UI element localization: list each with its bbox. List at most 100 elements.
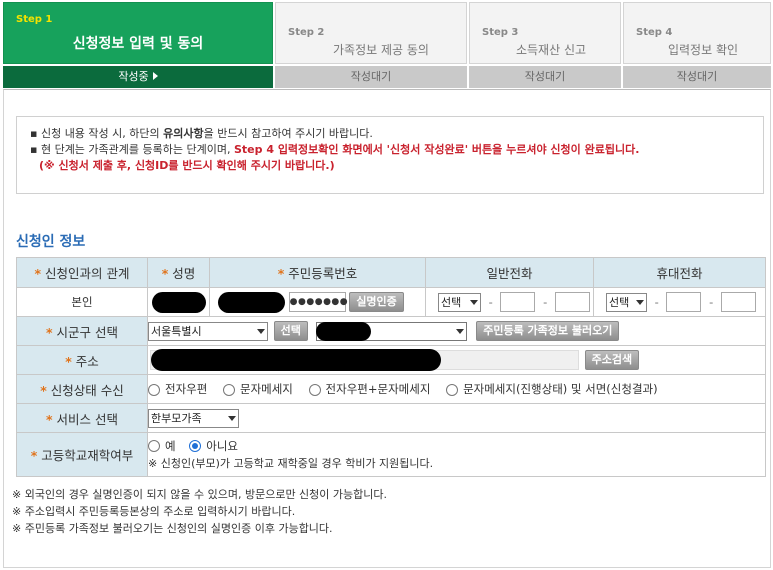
footnotes: ※ 외국인의 경우 실명인증이 되지 않을 수 있으며, 방문으로만 신청이 가… <box>12 486 387 537</box>
address-label-text: 주소 <box>75 353 99 369</box>
status-option-sms-label: 문자메세지 <box>239 382 293 396</box>
step-4-title: 입력정보 확인 <box>667 43 739 57</box>
footnote-2: ※ 주소입력시 주민등록등본상의 주소로 입력하시기 바랍니다. <box>12 505 296 518</box>
status-option-sms-paper[interactable]: 문자메세지(진행상태) 및 서면(신청결과) <box>446 381 658 397</box>
high-school-row: * 고등학교재학여부 예 아니요 ※ 신청인(부모)가 고등학교 재학중일 경우 … <box>16 432 766 477</box>
step-3-number: Step 3 <box>482 27 519 38</box>
region-select-button[interactable]: 선택 <box>273 321 308 341</box>
footnote-1: ※ 외국인의 경우 실명인증이 되지 않을 수 있으며, 방문으로만 신청이 가… <box>12 488 388 501</box>
notice-box: ▪ 신청 내용 작성 시, 하단의 유의사항을 반드시 참고하여 주시기 바랍니… <box>16 116 764 194</box>
chevron-down-icon <box>636 299 644 305</box>
status-option-email-label: 전자우편 <box>165 382 208 396</box>
header-name: * 성명 <box>147 257 210 288</box>
status-option-email-sms[interactable]: 전자우편+문자메세지 <box>308 381 431 397</box>
high-school-options: 예 아니요 <box>148 438 765 455</box>
rrn-front-redacted[interactable] <box>218 291 285 313</box>
city-select[interactable]: 서울특별시 <box>148 321 268 341</box>
address-row: * 주소 주소검색 <box>16 345 766 375</box>
service-cell: 한부모가족 <box>147 403 766 433</box>
high-school-yes-label: 예 <box>165 438 176 453</box>
status-receive-label-text: 신청상태 수신 <box>50 382 124 398</box>
header-relation: * 신청인과의 관계 <box>16 257 148 288</box>
mobile-last-input[interactable] <box>720 292 756 312</box>
step-1-box: Step 1 신청정보 입력 및 동의 <box>3 2 273 64</box>
notice-line-2-a: 현 단계는 가족관계를 등록하는 단계이며, <box>40 143 234 156</box>
address-label: * 주소 <box>16 345 148 375</box>
step-1: Step 1 신청정보 입력 및 동의 작성중 <box>3 2 273 90</box>
mobile-dash-2: - <box>709 295 714 309</box>
header-rrn: * 주민등록번호 <box>209 257 426 288</box>
section-title: 신청인 정보 <box>16 234 86 250</box>
phone-area-select-value: 선택 <box>441 295 462 309</box>
address-search-button[interactable]: 주소검색 <box>584 350 640 370</box>
play-arrow-icon <box>152 72 158 80</box>
verify-name-button[interactable]: 실명인증 <box>349 292 404 312</box>
status-option-sms-paper-label: 문자메세지(진행상태) 및 서면(신청결과) <box>463 382 658 396</box>
step-3-title: 소득재산 신고 <box>515 43 587 57</box>
service-select-value: 한부모가족 <box>151 411 202 425</box>
mobile-middle-input[interactable] <box>666 292 702 312</box>
mobile-dash-1: - <box>654 295 659 309</box>
status-receive-label: * 신청상태 수신 <box>16 374 148 404</box>
header-relation-label: 신청인과의 관계 <box>45 266 130 281</box>
phone-dash-2: - <box>543 295 548 309</box>
required-star-icon: * <box>65 353 72 369</box>
mobile-prefix-select-value: 선택 <box>609 295 630 309</box>
radio-selected-icon <box>189 440 202 452</box>
radio-icon <box>148 440 160 452</box>
service-label: * 서비스 선택 <box>16 403 148 433</box>
radio-icon <box>446 383 459 396</box>
chevron-down-icon <box>228 415 236 421</box>
address-redacted <box>151 349 441 371</box>
required-star-icon: * <box>45 411 53 427</box>
radio-icon <box>148 383 160 396</box>
step-3-status: 작성대기 <box>469 66 621 88</box>
phone-cell: 선택 - - <box>425 287 594 317</box>
region-row: * 시군구 선택 서울특별시 선택 주민등록 가족정보 불러오기 <box>16 316 766 346</box>
step-1-number: Step 1 <box>16 14 53 25</box>
footnote-3: ※ 주민등록 가족정보 불러오기는 신청인의 실명인증 이후 가능합니다. <box>12 522 333 535</box>
notice-caution-text: 유의사항 <box>163 127 204 140</box>
table-header-row: * 신청인과의 관계 * 성명 * 주민등록번호 일반전화 휴대전화 <box>16 257 766 288</box>
notice-line-1: ▪ 신청 내용 작성 시, 하단의 유의사항을 반드시 참고하여 주시기 바랍니… <box>30 127 373 140</box>
step-2-box: Step 2 가족정보 제공 동의 <box>275 2 467 64</box>
step-1-status-label: 작성중 <box>118 70 149 83</box>
step-2-status: 작성대기 <box>275 66 467 88</box>
rrn-back-input[interactable]: ●●●●●●● <box>288 292 348 312</box>
high-school-yes[interactable]: 예 <box>148 438 176 455</box>
required-star-icon: * <box>45 324 53 340</box>
mobile-prefix-select[interactable]: 선택 <box>606 292 647 312</box>
high-school-no[interactable]: 아니요 <box>189 438 238 455</box>
step-2-number: Step 2 <box>288 27 325 38</box>
applicant-info-table: * 신청인과의 관계 * 성명 * 주민등록번호 일반전화 휴대전화 본인 ●●●●●… <box>16 257 766 477</box>
notice-line-1-a: 신청 내용 작성 시, 하단의 <box>40 127 164 140</box>
status-option-sms[interactable]: 문자메세지 <box>222 381 293 397</box>
step-1-title: 신청정보 입력 및 동의 <box>72 36 204 52</box>
step-2: Step 2 가족정보 제공 동의 작성대기 <box>275 2 467 90</box>
required-star-icon: * <box>40 382 47 398</box>
notice-line-3: (※ 신청서 제출 후, 신청ID를 반드시 확인해 주시기 바랍니다.) <box>39 159 335 172</box>
applicant-row: 본인 ●●●●●●● 실명인증 선택 - - 선택 - - <box>16 287 766 317</box>
status-option-email[interactable]: 전자우편 <box>148 381 207 397</box>
phone-area-select[interactable]: 선택 <box>438 292 481 312</box>
step-4-number: Step 4 <box>636 27 673 38</box>
chevron-down-icon <box>455 328 464 334</box>
step-3: Step 3 소득재산 신고 작성대기 <box>469 2 621 90</box>
district-select[interactable] <box>315 321 467 341</box>
rrn-cell: ●●●●●●● 실명인증 <box>209 287 426 317</box>
service-select[interactable]: 한부모가족 <box>148 408 239 428</box>
required-star-icon: * <box>161 266 169 281</box>
phone-middle-input[interactable] <box>500 292 536 312</box>
high-school-note: ※ 신청인(부모)가 고등학교 재학중일 경우 학비가 지원됩니다. <box>148 456 434 470</box>
required-star-icon: * <box>30 448 38 463</box>
header-name-label: 성명 <box>172 266 196 281</box>
service-row: * 서비스 선택 한부모가족 <box>16 403 766 433</box>
city-select-value: 서울특별시 <box>151 324 202 338</box>
chevron-down-icon <box>257 328 265 334</box>
step-2-title: 가족정보 제공 동의 <box>333 43 429 57</box>
status-option-email-sms-label: 전자우편+문자메세지 <box>325 382 431 396</box>
region-label: * 시군구 선택 <box>16 316 148 346</box>
phone-last-input[interactable] <box>554 292 590 312</box>
address-input[interactable] <box>150 349 579 371</box>
load-family-info-button[interactable]: 주민등록 가족정보 불러오기 <box>476 321 620 341</box>
